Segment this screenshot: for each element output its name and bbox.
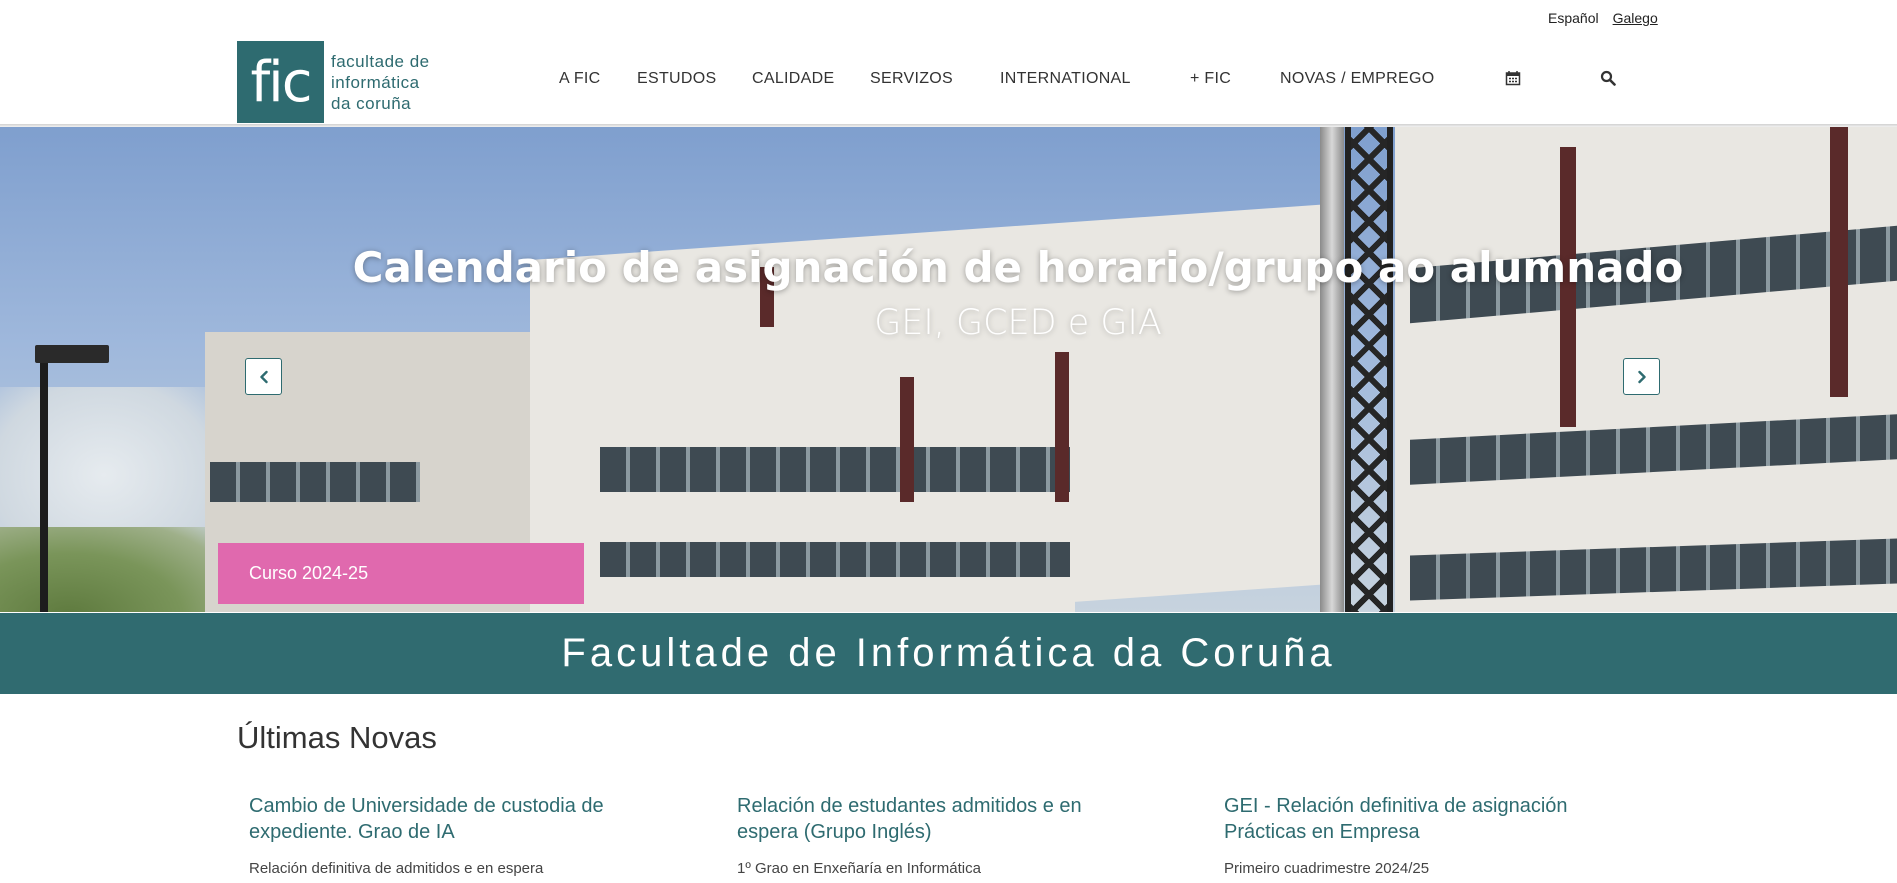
main-navigation: A FIC ESTUDOS CALIDADE SERVIZOS INTERNAT… xyxy=(0,70,1897,92)
news-item: GEI - Relación definitiva de asignación … xyxy=(1224,793,1624,877)
hero-building-pillar xyxy=(1055,352,1069,502)
nav-item-a-fic[interactable]: A FIC xyxy=(559,70,601,88)
news-item: Cambio de Universidade de custodia de ex… xyxy=(249,793,649,877)
carousel-badge-course[interactable]: Curso 2024-25 xyxy=(218,543,584,604)
news-item-title[interactable]: Cambio de Universidade de custodia de ex… xyxy=(249,793,649,845)
hero-building-lattice xyxy=(1345,127,1393,612)
language-espanol-link[interactable]: Español xyxy=(1548,10,1599,26)
hero-background-hill xyxy=(0,527,230,612)
language-galego-link[interactable]: Galego xyxy=(1613,10,1658,26)
nav-item-international[interactable]: INTERNATIONAL xyxy=(1000,70,1131,88)
hero-street-lamp-head xyxy=(35,345,109,363)
news-item-title[interactable]: Relación de estudantes admitidos e en es… xyxy=(737,793,1137,845)
hero-building-windows xyxy=(210,462,420,502)
hero-title: Calendario de asignación de horario/grup… xyxy=(352,243,1684,292)
logo-text-line: facultade de xyxy=(331,51,430,71)
hero-building-windows xyxy=(600,542,1070,577)
hero-carousel: Calendario de asignación de horario/grup… xyxy=(0,127,1897,612)
language-selector: Español Galego xyxy=(1548,10,1658,26)
nav-item-plus-fic[interactable]: + FIC xyxy=(1190,70,1231,88)
calendar-icon[interactable] xyxy=(1505,70,1523,88)
nav-item-estudos[interactable]: ESTUDOS xyxy=(637,70,716,88)
nav-item-calidade[interactable]: CALIDADE xyxy=(752,70,834,88)
news-item-title[interactable]: GEI - Relación definitiva de asignación … xyxy=(1224,793,1624,845)
news-item: Relación de estudantes admitidos e en es… xyxy=(737,793,1137,877)
hero-building-pillar xyxy=(900,377,914,502)
nav-item-servizos[interactable]: SERVIZOS xyxy=(870,70,953,88)
news-heading: Últimas Novas xyxy=(237,720,437,755)
faculty-title: Facultade de Informática da Coruña xyxy=(561,631,1336,675)
logo-text-line: da coruña xyxy=(331,93,412,113)
carousel-next-button[interactable] xyxy=(1623,358,1660,395)
hero-street-lamp xyxy=(40,347,48,612)
chevron-right-icon xyxy=(1637,370,1646,383)
hero-building-pipe xyxy=(1320,127,1344,612)
news-item-subtitle: Primeiro cuadrimestre 2024/25 xyxy=(1224,860,1430,877)
faculty-title-band: Facultade de Informática da Coruña xyxy=(0,613,1897,694)
news-item-subtitle: Relación definitiva de admitidos e en es… xyxy=(249,860,544,877)
carousel-prev-button[interactable] xyxy=(245,358,282,395)
hero-building-windows xyxy=(600,447,1070,492)
chevron-left-icon xyxy=(259,370,268,383)
news-item-subtitle: 1º Grao en Enxeñaría en Informática xyxy=(737,860,981,877)
hero-subtitle: GEI, GCED e GIA xyxy=(874,303,1162,343)
search-icon[interactable] xyxy=(1600,70,1618,88)
nav-item-novas-emprego[interactable]: NOVAS / EMPREGO xyxy=(1280,70,1434,88)
